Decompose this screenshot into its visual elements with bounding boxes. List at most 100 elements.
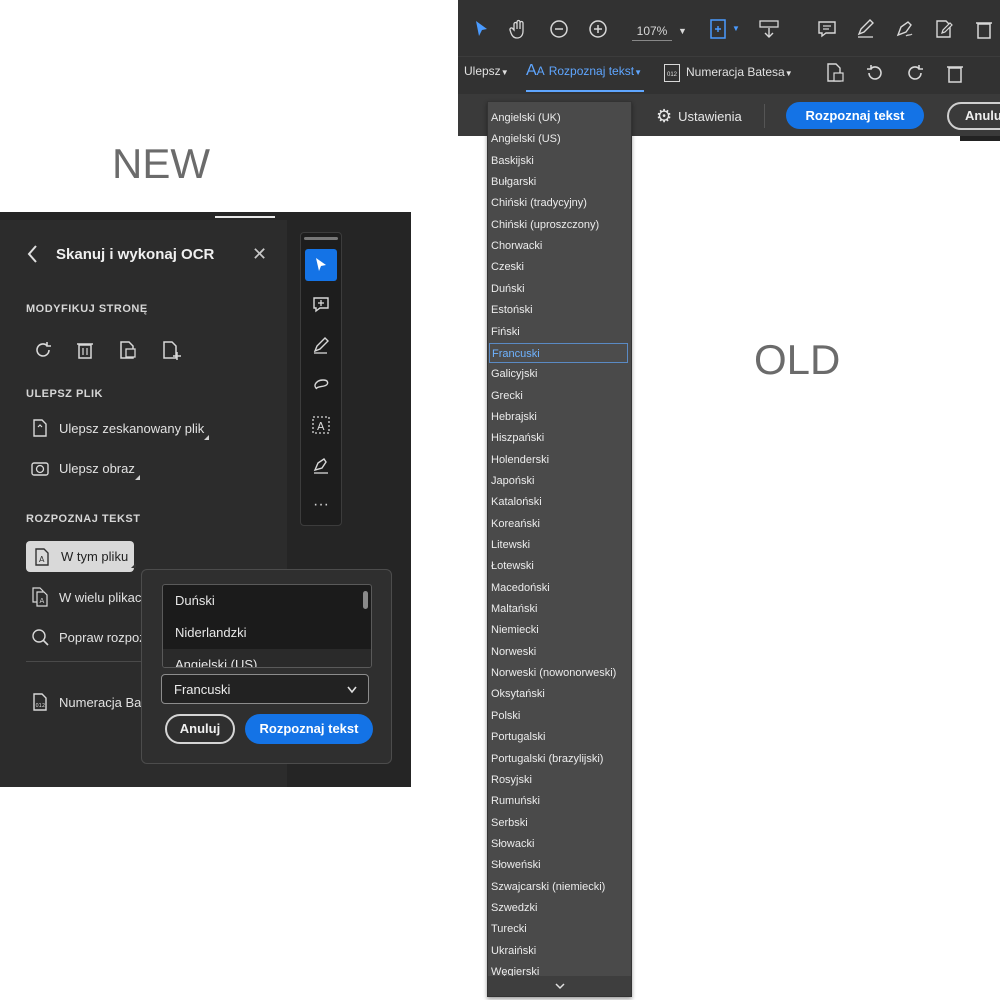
extract-page-icon[interactable]: [116, 339, 138, 361]
language-select[interactable]: Francuski: [161, 674, 369, 704]
language-option[interactable]: Turecki: [491, 919, 628, 939]
select-tool-button[interactable]: [305, 249, 337, 281]
fix-recognition-tool[interactable]: Popraw rozpoz: [30, 622, 146, 652]
language-option[interactable]: Chiński (uproszczony): [491, 215, 628, 235]
toolbar-grip[interactable]: [304, 237, 338, 240]
language-option[interactable]: Estoński: [491, 300, 628, 320]
enhance-scan-tool[interactable]: Ulepsz zeskanowany plik: [30, 413, 204, 443]
language-option[interactable]: Angielski (US): [163, 649, 371, 667]
hand-icon[interactable]: [508, 18, 530, 40]
language-option[interactable]: Francuski: [489, 342, 628, 363]
close-icon[interactable]: ✕: [252, 244, 267, 265]
comment-icon[interactable]: [816, 18, 838, 40]
language-option[interactable]: Angielski (UK): [491, 108, 628, 128]
language-option[interactable]: Kataloński: [491, 492, 628, 512]
language-option[interactable]: Koreański: [491, 514, 628, 534]
language-option[interactable]: Litewski: [491, 535, 628, 555]
language-option[interactable]: Portugalski: [491, 727, 628, 747]
language-option[interactable]: Słoweński: [491, 855, 628, 875]
language-option[interactable]: Angielski (US): [491, 129, 628, 149]
more-tools-icon[interactable]: ···: [305, 489, 337, 521]
list-scrollbar[interactable]: [363, 591, 368, 609]
language-option[interactable]: Portugalski (brazylijski): [491, 749, 628, 769]
language-option[interactable]: Szwajcarski (niemiecki): [491, 877, 628, 897]
sign-tool-button[interactable]: [305, 449, 337, 481]
language-option[interactable]: Hiszpański: [491, 428, 628, 448]
in-many-files-tool[interactable]: A W wielu plikac: [30, 582, 141, 612]
scroll-down-button[interactable]: [488, 976, 631, 996]
language-option[interactable]: Duński: [491, 279, 628, 299]
sign-icon[interactable]: [894, 18, 916, 40]
zoom-select[interactable]: 107% ▼: [626, 20, 690, 42]
scroll-mode-icon[interactable]: [758, 18, 780, 40]
language-option[interactable]: Oksytański: [491, 684, 628, 704]
language-option[interactable]: Duński: [163, 585, 371, 617]
bates-tool[interactable]: 012 Numeracja Ba: [30, 687, 141, 717]
language-option[interactable]: Baskijski: [491, 151, 628, 171]
zoom-in-icon[interactable]: [587, 18, 609, 40]
language-option[interactable]: Macedoński: [491, 578, 628, 598]
rotate-icon[interactable]: [32, 339, 54, 361]
rotate-right-icon[interactable]: [904, 62, 926, 84]
language-option[interactable]: Niemiecki: [491, 620, 628, 640]
zoom-out-icon[interactable]: [548, 18, 570, 40]
recognize-text-button[interactable]: Rozpoznaj tekst: [786, 102, 924, 129]
tab-improve-label: Ulepsz: [464, 64, 501, 78]
cancel-button[interactable]: Anulu: [947, 102, 1000, 130]
language-option[interactable]: Chiński (tradycyjny): [491, 193, 628, 213]
highlighter-icon[interactable]: [855, 18, 877, 40]
draw-tool-button[interactable]: [305, 369, 337, 401]
tab-improve[interactable]: Ulepsz▼: [464, 64, 509, 78]
language-option[interactable]: Chorwacki: [491, 236, 628, 256]
comment-tool-button[interactable]: [305, 289, 337, 321]
pointer-icon[interactable]: [470, 18, 492, 40]
language-option[interactable]: Maltański: [491, 599, 628, 619]
language-option[interactable]: Polski: [491, 706, 628, 726]
language-option[interactable]: Serbski: [491, 813, 628, 833]
language-option[interactable]: Niderlandzki: [163, 617, 371, 649]
language-option[interactable]: Bułgarski: [491, 172, 628, 192]
enhance-image-tool[interactable]: Ulepsz obraz: [30, 453, 135, 483]
language-option[interactable]: Galicyjski: [491, 364, 628, 384]
delete-icon[interactable]: [74, 339, 96, 361]
language-option[interactable]: Szwedzki: [491, 898, 628, 918]
new-ocr-panel: Skanuj i wykonaj OCR ✕ MODYFIKUJ STRONĘ …: [0, 212, 411, 787]
rotate-left-icon[interactable]: [864, 62, 886, 84]
language-option[interactable]: Japoński: [491, 471, 628, 491]
language-option[interactable]: Fiński: [491, 322, 628, 342]
tab-bates[interactable]: 012 Numeracja Batesa▼: [664, 64, 793, 82]
language-option[interactable]: Czeski: [491, 257, 628, 277]
edit-pdf-icon[interactable]: [933, 18, 955, 40]
cancel-button[interactable]: Anuluj: [165, 714, 235, 744]
language-dropdown-list[interactable]: Angielski (UK) Angielski (US) Baskijski Buł…: [487, 101, 632, 997]
language-option[interactable]: Łotewski: [491, 556, 628, 576]
gear-icon: ⚙: [656, 106, 673, 126]
toolbar-edge: [960, 136, 1000, 141]
in-this-file-tool[interactable]: A W tym pliku: [26, 541, 135, 572]
delete-page-icon[interactable]: [944, 62, 966, 84]
chevron-down-icon: ▼: [732, 24, 740, 33]
tab-recognize-text[interactable]: AA Rozpoznaj tekst▼: [526, 62, 642, 80]
extract-page-icon[interactable]: [824, 62, 846, 84]
delete-icon[interactable]: [973, 18, 995, 40]
language-option[interactable]: Słowacki: [491, 834, 628, 854]
insert-page-icon[interactable]: [160, 339, 182, 361]
language-option[interactable]: Rosyjski: [491, 770, 628, 790]
selected-language: Francuski: [174, 682, 231, 697]
language-option[interactable]: Rumuński: [491, 791, 628, 811]
highlight-tool-button[interactable]: [305, 329, 337, 361]
recognize-text-button[interactable]: Rozpoznaj tekst: [245, 714, 373, 744]
chevron-down-icon: [347, 686, 357, 694]
language-option[interactable]: Norweski: [491, 642, 628, 662]
language-option[interactable]: Grecki: [491, 386, 628, 406]
back-icon[interactable]: [24, 242, 42, 266]
language-option[interactable]: Ukraiński: [491, 941, 628, 961]
submenu-indicator-icon: [131, 563, 136, 568]
text-select-tool-button[interactable]: A: [305, 409, 337, 441]
language-list[interactable]: Duński Niderlandzki Angielski (US): [162, 584, 372, 668]
language-option[interactable]: Norweski (nowonorweski): [491, 663, 628, 683]
settings-button[interactable]: ⚙ Ustawienia: [656, 106, 742, 127]
language-option[interactable]: Hebrajski: [491, 407, 628, 427]
language-option[interactable]: Holenderski: [491, 450, 628, 470]
fit-page-icon[interactable]: [708, 18, 730, 40]
